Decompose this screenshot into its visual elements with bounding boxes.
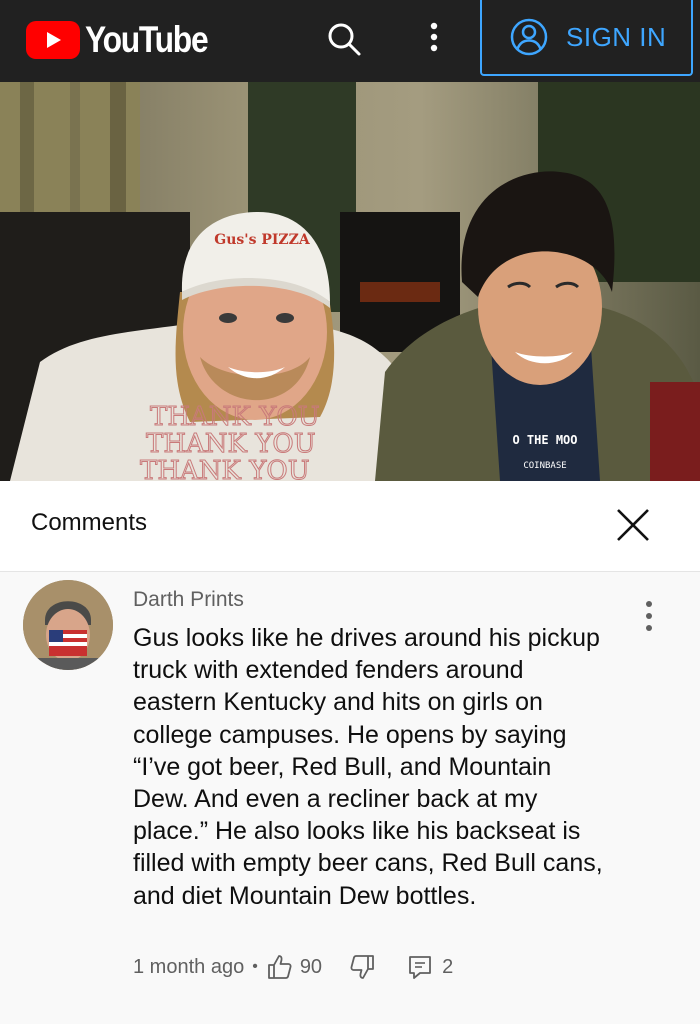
search-icon (328, 23, 361, 56)
close-comments-button[interactable] (610, 502, 656, 548)
cap-logo: Gus's PIZZA (214, 232, 311, 248)
more-vert-icon (430, 22, 438, 52)
comment-thread: Darth Prints Gus looks like he drives ar… (0, 572, 700, 1024)
youtube-logo-icon (26, 21, 80, 59)
more-options-button[interactable] (414, 18, 454, 62)
youtube-logo[interactable]: YouTube (26, 19, 227, 61)
comment-timestamp: 1 month ago (133, 955, 245, 978)
shirt-text-2: THANK YOU (146, 429, 316, 459)
comments-panel-header: Comments (0, 481, 700, 572)
more-vert-icon (646, 601, 652, 631)
close-icon (617, 509, 649, 541)
reply-button[interactable] (406, 953, 434, 981)
separator-dot: • (252, 958, 258, 975)
shirt-text-1: THANK YOU (150, 402, 320, 432)
search-button[interactable] (322, 18, 366, 62)
comment-toolbar: 1 month ago • 90 2 (133, 952, 453, 982)
like-count: 90 (299, 955, 323, 978)
reply-count: 2 (442, 955, 454, 978)
tshirt-subtext: COINBASE (523, 461, 566, 471)
account-circle-icon (510, 18, 548, 56)
thumb-up-icon (267, 955, 292, 979)
shirt-text-3: THANK YOU (140, 456, 310, 481)
sign-in-label: SIGN IN (566, 21, 667, 52)
like-button[interactable] (266, 953, 294, 981)
youtube-wordmark: YouTube (85, 19, 209, 60)
tshirt-text: O THE MOO (512, 433, 577, 447)
avatar[interactable] (23, 580, 113, 670)
video-player[interactable]: Gus's PIZZA THANK YOU THANK YOU THANK YO… (0, 82, 700, 481)
comments-title: Comments (31, 509, 148, 536)
sign-in-button[interactable]: SIGN IN (480, 0, 693, 76)
top-app-bar: YouTube SIGN IN (0, 0, 700, 82)
author-avatar-image (23, 580, 113, 670)
comment-body: Gus looks like he drives around his pick… (133, 624, 603, 910)
reply-icon (409, 956, 431, 979)
thumb-down-icon (350, 955, 374, 979)
comment-action-menu-button[interactable] (634, 598, 664, 634)
dislike-button[interactable] (348, 953, 376, 981)
video-frame: Gus's PIZZA THANK YOU THANK YOU THANK YO… (0, 82, 700, 481)
comment-author[interactable]: Darth Prints (133, 588, 244, 612)
